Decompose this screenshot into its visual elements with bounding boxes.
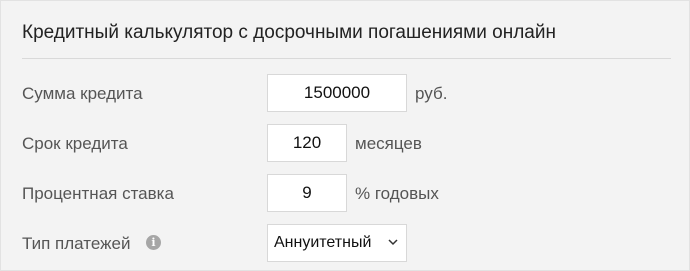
- loan-term-unit: месяцев: [355, 134, 422, 153]
- interest-rate-input[interactable]: [267, 174, 347, 212]
- calculator-title: Кредитный калькулятор с досрочными погаш…: [22, 22, 556, 43]
- interest-rate-unit: % годовых: [355, 184, 439, 203]
- loan-term-input[interactable]: [267, 124, 347, 162]
- interest-rate-label: Процентная ставка: [22, 184, 174, 203]
- chevron-down-icon: [388, 239, 398, 246]
- loan-term-label: Срок кредита: [22, 134, 128, 153]
- loan-amount-label: Сумма кредита: [22, 84, 143, 103]
- title-divider: [22, 58, 671, 59]
- loan-amount-input[interactable]: [267, 74, 407, 112]
- loan-amount-unit: руб.: [415, 84, 448, 103]
- payment-type-select[interactable]: Аннуитетный: [267, 224, 407, 262]
- payment-type-selected-value: Аннуитетный: [274, 234, 372, 251]
- loan-calculator-panel: Кредитный калькулятор с досрочными погаш…: [0, 0, 690, 271]
- info-icon[interactable]: i: [146, 235, 161, 250]
- payment-type-label: Тип платежей: [22, 234, 131, 253]
